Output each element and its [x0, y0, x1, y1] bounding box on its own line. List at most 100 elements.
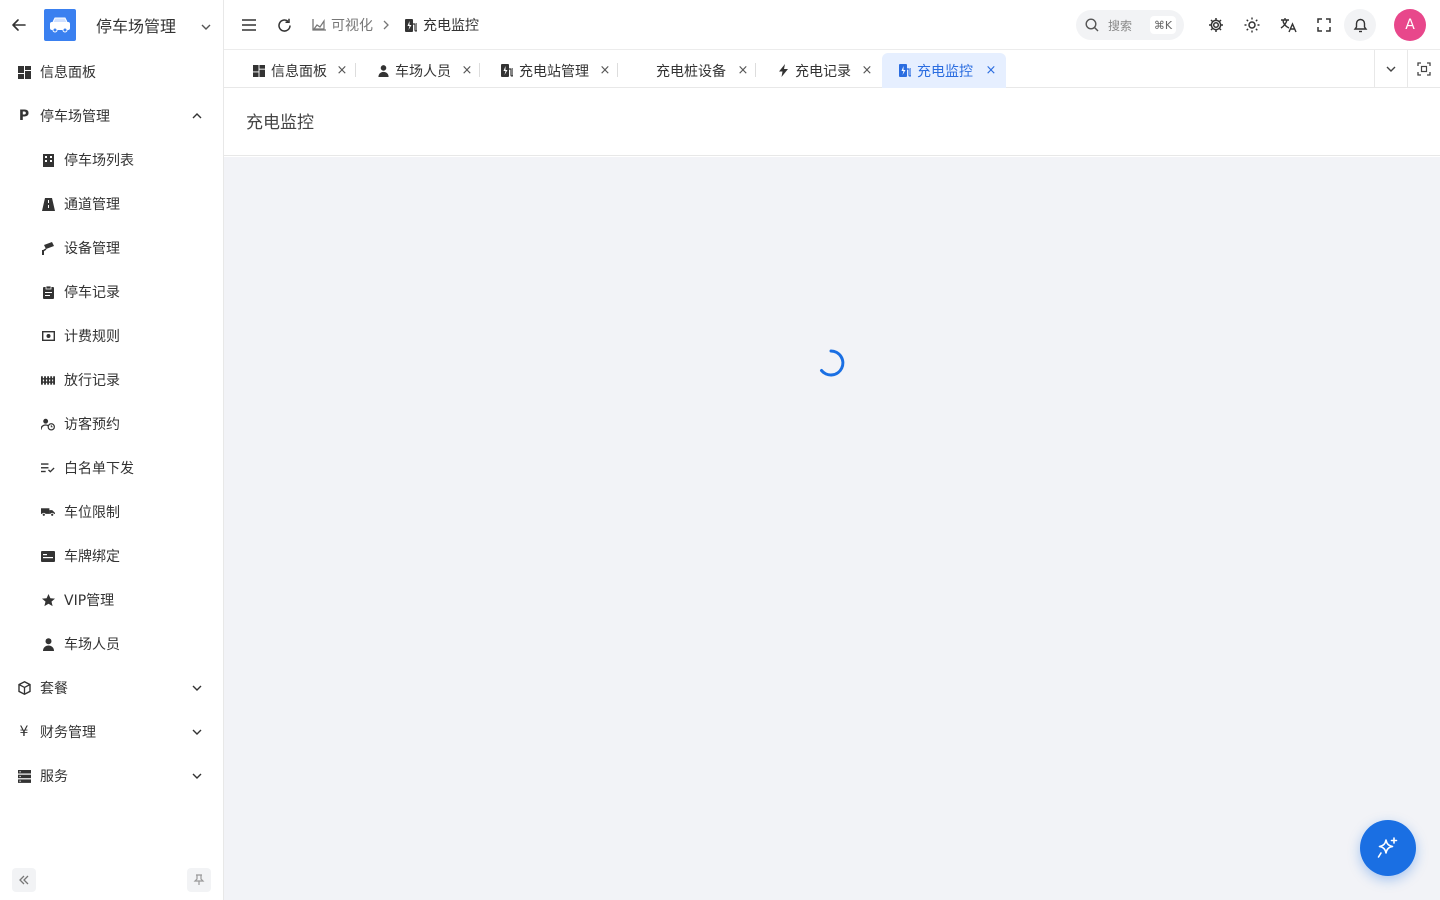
road-icon	[41, 197, 55, 211]
top-header: 可视化 充电监控 搜索 ⌘K A	[224, 0, 1440, 50]
sidebar-item-service[interactable]: 服务	[0, 754, 223, 798]
truck-icon	[41, 505, 55, 519]
sidebar-item-space-limit[interactable]: 车位限制	[0, 490, 223, 534]
page-title: 充电监控	[246, 113, 314, 133]
sidebar-item-label: 访客预约	[64, 417, 120, 433]
settings-button[interactable]	[1206, 15, 1226, 35]
sidebar: 停车场管理 信息面板 P 停车场管理 停车场列表 通道管理 设备管理 停车记录	[0, 0, 224, 900]
sidebar-item-billing-rules[interactable]: 计费规则	[0, 314, 223, 358]
area-chart-icon	[312, 18, 326, 32]
parking-p-icon: P	[18, 108, 30, 124]
pin-sidebar-button[interactable]	[187, 868, 211, 892]
sidebar-item-label: 车场人员	[64, 637, 120, 653]
breadcrumb-separator-icon	[382, 16, 390, 34]
money-icon	[41, 329, 55, 343]
ev-station-icon	[404, 18, 418, 32]
camera-icon	[41, 241, 55, 255]
tab-staff[interactable]: 车场人员 ×	[376, 53, 478, 88]
close-icon[interactable]: ×	[985, 63, 997, 78]
tab-charging-records[interactable]: 充电记录 ×	[776, 53, 878, 88]
tab-label: 车场人员	[395, 63, 451, 80]
page-header: 充电监控	[224, 88, 1440, 156]
sun-icon	[1244, 17, 1260, 33]
gear-icon	[1209, 18, 1223, 32]
search-placeholder: 搜索	[1108, 18, 1133, 33]
sidebar-item-release-records[interactable]: 放行记录	[0, 358, 223, 402]
chevron-down-icon[interactable]	[200, 18, 212, 37]
breadcrumb-label: 可视化	[331, 18, 373, 34]
tab-charging-monitor[interactable]: 充电监控 ×	[882, 53, 1006, 88]
dashboard-icon	[17, 65, 31, 79]
hamburger-icon	[242, 19, 256, 31]
sidebar-item-parking-records[interactable]: 停车记录	[0, 270, 223, 314]
sidebar-item-label: 设备管理	[64, 241, 120, 257]
chevron-down-icon	[190, 681, 204, 695]
tab-charging-pile[interactable]: 充电桩设备 ×	[656, 53, 754, 88]
chevron-down-icon	[190, 725, 204, 739]
sidebar-item-label: 计费规则	[64, 329, 120, 345]
sidebar-item-parking-list[interactable]: 停车场列表	[0, 138, 223, 182]
sidebar-item-label: 停车场管理	[40, 109, 110, 125]
sidebar-item-parking-management[interactable]: P 停车场管理	[0, 94, 223, 138]
tab-label: 充电监控	[917, 63, 973, 80]
theme-toggle-button[interactable]	[1242, 15, 1262, 35]
chevron-down-icon	[1386, 66, 1396, 72]
collapse-sidebar-button[interactable]	[12, 868, 36, 892]
breadcrumb-item-visualization[interactable]: 可视化	[312, 16, 373, 34]
lightning-icon	[776, 64, 790, 78]
loading-spinner-icon	[820, 349, 845, 377]
refresh-button[interactable]	[275, 16, 293, 34]
tab-dropdown-button[interactable]	[1374, 50, 1407, 88]
search-box[interactable]: 搜索 ⌘K	[1076, 10, 1184, 40]
sidebar-header: 停车场管理	[0, 0, 223, 50]
avatar[interactable]: A	[1394, 9, 1426, 41]
close-icon[interactable]: ×	[861, 63, 873, 78]
sidebar-item-package[interactable]: 套餐	[0, 666, 223, 710]
building-icon	[41, 153, 55, 167]
sidebar-item-label: 套餐	[40, 681, 68, 697]
menu-toggle-button[interactable]	[240, 16, 258, 34]
sidebar-item-label: 通道管理	[64, 197, 120, 213]
chevron-up-icon	[190, 109, 204, 123]
star-icon	[41, 593, 55, 607]
sidebar-item-label: 白名单下发	[64, 461, 134, 477]
close-icon[interactable]: ×	[461, 63, 473, 78]
sidebar-item-channel-management[interactable]: 通道管理	[0, 182, 223, 226]
sidebar-item-device-management[interactable]: 设备管理	[0, 226, 223, 270]
sidebar-title: 停车场管理	[96, 17, 177, 36]
sidebar-item-label: 车位限制	[64, 505, 120, 521]
cube-icon	[17, 681, 31, 695]
sidebar-item-finance[interactable]: ¥ 财务管理	[0, 710, 223, 754]
sidebar-item-label: 放行记录	[64, 373, 120, 389]
maximize-content-button[interactable]	[1407, 50, 1440, 88]
sidebar-item-visitor-booking[interactable]: 访客预约	[0, 402, 223, 446]
tab-dashboard[interactable]: 信息面板 ×	[252, 53, 354, 88]
back-arrow-icon[interactable]	[10, 16, 28, 34]
double-chevron-left-icon	[19, 875, 29, 885]
fullscreen-button[interactable]	[1314, 15, 1334, 35]
tab-charging-station[interactable]: 充电站管理 ×	[500, 53, 616, 88]
yen-icon: ¥	[19, 724, 29, 740]
sidebar-item-vip[interactable]: VIP管理	[0, 578, 223, 622]
sidebar-item-staff[interactable]: 车场人员	[0, 622, 223, 666]
user-clock-icon	[41, 417, 55, 431]
close-icon[interactable]: ×	[737, 63, 749, 78]
breadcrumb-item-charging-monitor[interactable]: 充电监控	[404, 16, 479, 34]
sidebar-item-label: 停车场列表	[64, 153, 134, 169]
sparkles-icon	[1377, 837, 1398, 858]
user-icon	[41, 637, 55, 651]
sidebar-item-whitelist[interactable]: 白名单下发	[0, 446, 223, 490]
tab-divider	[479, 63, 480, 77]
sidebar-item-label: 信息面板	[40, 65, 96, 81]
ai-assistant-button[interactable]	[1360, 820, 1416, 876]
main-content	[224, 157, 1440, 900]
close-icon[interactable]: ×	[599, 63, 611, 78]
sidebar-item-dashboard[interactable]: 信息面板	[0, 50, 223, 94]
language-button[interactable]	[1278, 15, 1298, 35]
notifications-button[interactable]	[1344, 9, 1376, 41]
sidebar-item-label: 服务	[40, 769, 68, 785]
close-icon[interactable]: ×	[336, 63, 348, 78]
fence-icon	[41, 373, 55, 387]
fullscreen-icon	[1317, 18, 1331, 32]
sidebar-item-plate-binding[interactable]: 车牌绑定	[0, 534, 223, 578]
